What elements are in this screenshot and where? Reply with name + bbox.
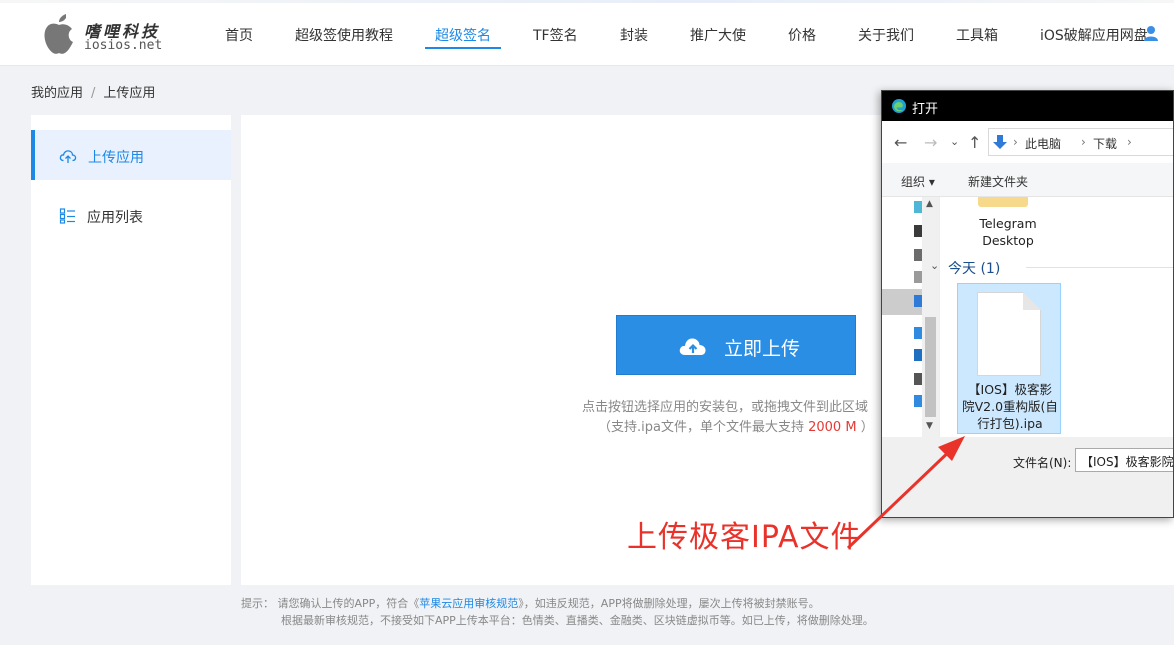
upload-size-hint: （支持.ipa文件，单个文件最大支持 2000 M ） [598, 416, 874, 435]
sidebar-item-label: 上传应用 [88, 150, 144, 166]
nav-tf-sign[interactable]: TF签名 [533, 25, 578, 45]
folder-name-line: Desktop [982, 233, 1034, 248]
scroll-up-icon[interactable]: ▲ [926, 199, 933, 209]
address-chevron: › [1127, 135, 1132, 149]
nav-super-sign-tutorial[interactable]: 超级签使用教程 [295, 25, 393, 45]
site-header: 嗜哩科技 iosios.net 首页 超级签使用教程 超级签名 TF签名 封装 … [0, 0, 1174, 66]
breadcrumb-separator: / [91, 86, 96, 101]
file-open-dialog: 打开 ← → ⌄ ↑ › 此电脑 › 下载 › 组织 ▾ 新建文件夹 ▲ ▼ T… [881, 90, 1174, 518]
forward-arrow-icon[interactable]: → [924, 133, 937, 152]
up-arrow-icon[interactable]: ↑ [968, 133, 981, 152]
file-name-line: 院V2.0重构版(自 [962, 399, 1058, 414]
list-icon [59, 208, 75, 224]
review-guidelines-link[interactable]: 苹果云应用审核规范 [419, 597, 518, 610]
scrollbar-thumb[interactable] [925, 317, 936, 417]
new-folder-button[interactable]: 新建文件夹 [968, 173, 1028, 190]
nav-promoter[interactable]: 推广大使 [690, 25, 746, 45]
nav-package[interactable]: 封装 [620, 25, 648, 45]
upload-hint: 点击按钮选择应用的安装包，或拖拽文件到此区域 [582, 400, 869, 415]
tips-line-2: 根据最新审核规范，不接受如下APP上传本平台：色情类、直播类、金融类、区块链虚拟… [281, 614, 874, 627]
navigation-scrollbar[interactable]: ▲ ▼ [922, 197, 939, 437]
address-chevron: › [1013, 135, 1018, 149]
file-name-line: 【IOS】极客影 [968, 382, 1052, 397]
filename-input[interactable]: 【IOS】极客影院V2.0重构版(自行打包).ipa [1075, 448, 1173, 472]
back-arrow-icon[interactable]: ← [894, 133, 907, 152]
dialog-title: 打开 [912, 102, 939, 117]
document-fold [1023, 292, 1041, 310]
document-icon [977, 292, 1041, 376]
edge-browser-icon [892, 99, 906, 113]
address-row: ← → ⌄ ↑ › 此电脑 › 下载 › [882, 121, 1173, 163]
logo-domain-text: iosios.net [84, 38, 163, 53]
sidebar-item-upload-app[interactable]: 上传应用 [31, 130, 231, 180]
tips-text: 请您确认上传的APP，符合《 [277, 597, 420, 610]
nav-home[interactable]: 首页 [225, 25, 253, 45]
filename-row: 文件名(N): 【IOS】极客影院V2.0重构版(自行打包).ipa [882, 437, 1173, 517]
folder-telegram-desktop[interactable]: Telegram Desktop [940, 215, 1076, 249]
nav-super-sign[interactable]: 超级签名 [435, 25, 491, 45]
breadcrumb: 我的应用 / 上传应用 [31, 82, 155, 101]
breadcrumb-current: 上传应用 [103, 86, 156, 101]
address-downloads[interactable]: 下载 [1093, 135, 1117, 152]
max-size-value: 2000 M [808, 420, 857, 435]
folder-icon[interactable] [978, 197, 1028, 207]
breadcrumb-my-apps[interactable]: 我的应用 [31, 86, 83, 101]
folder-name-line: Telegram [979, 216, 1037, 231]
sidebar: 上传应用 应用列表 [31, 115, 231, 585]
chevron-down-icon[interactable]: ⌄ [930, 259, 939, 272]
file-name: 【IOS】极客影 院V2.0重构版(自 行打包).ipa [960, 381, 1060, 432]
nav-about[interactable]: 关于我们 [858, 25, 914, 45]
address-bar[interactable]: › 此电脑 › 下载 › [988, 128, 1173, 156]
upload-tips: 提示： 请您确认上传的APP，符合《苹果云应用审核规范》，如违反规范，APP将做… [241, 595, 874, 629]
file-name-line: 行打包).ipa [977, 416, 1043, 431]
dialog-titlebar[interactable]: 打开 [882, 91, 1173, 121]
apple-logo-icon [44, 14, 73, 54]
scroll-down-icon[interactable]: ▼ [926, 421, 933, 431]
download-arrow-icon [993, 135, 1007, 149]
main-nav: 首页 超级签使用教程 超级签名 TF签名 封装 推广大使 价格 关于我们 工具箱… [209, 0, 1174, 66]
organize-button[interactable]: 组织 ▾ [901, 173, 935, 190]
cloud-upload-icon [679, 338, 706, 355]
file-list: Telegram Desktop ⌄ 今天 (1) 【IOS】极客影 院V2.0… [930, 197, 1173, 437]
size-hint-suffix: ） [860, 420, 874, 435]
nav-ios-cracked-apps[interactable]: iOS破解应用网盘 [1040, 25, 1148, 45]
nav-active-underline [425, 47, 501, 49]
file-item-ipa[interactable]: 【IOS】极客影 院V2.0重构版(自 行打包).ipa [957, 283, 1061, 434]
tips-prefix: 提示： [241, 597, 274, 610]
upload-now-button[interactable]: 立即上传 [616, 315, 856, 375]
navigation-pane: ▲ ▼ [882, 197, 940, 437]
user-icon[interactable] [1142, 24, 1160, 42]
command-bar: 组织 ▾ 新建文件夹 [882, 163, 1173, 197]
sidebar-item-label: 应用列表 [87, 210, 143, 226]
site-logo[interactable]: 嗜哩科技 iosios.net [40, 12, 180, 56]
sidebar-item-app-list[interactable]: 应用列表 [31, 190, 231, 240]
cloud-upload-icon [59, 150, 77, 163]
group-divider [1026, 267, 1173, 268]
group-header-today[interactable]: 今天 (1) [948, 258, 1000, 278]
nav-toolbox[interactable]: 工具箱 [956, 25, 998, 45]
tips-text: 》，如违反规范，APP将做删除处理，屡次上传将被封禁账号。 [518, 597, 820, 610]
address-chevron: › [1081, 135, 1086, 149]
filename-label: 文件名(N): [1013, 456, 1072, 470]
tips-line-1: 提示： 请您确认上传的APP，符合《苹果云应用审核规范》，如违反规范，APP将做… [241, 595, 874, 612]
recent-dropdown-icon[interactable]: ⌄ [950, 135, 959, 148]
size-hint-prefix: （支持.ipa文件，单个文件最大支持 [598, 420, 804, 435]
nav-price[interactable]: 价格 [788, 25, 816, 45]
address-this-pc[interactable]: 此电脑 [1025, 135, 1061, 152]
annotation-text: 上传极客IPA文件 [627, 520, 862, 555]
upload-now-label: 立即上传 [724, 338, 801, 360]
